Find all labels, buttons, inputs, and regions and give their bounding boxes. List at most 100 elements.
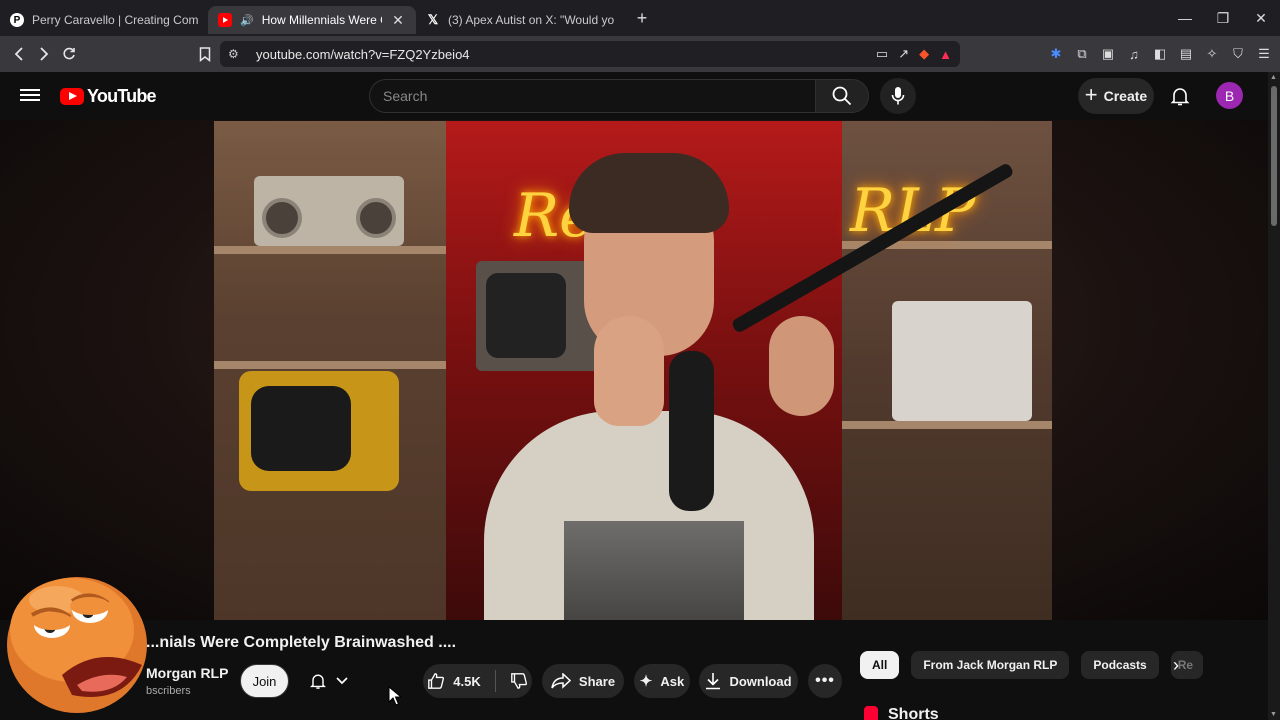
browser-tab-strip: P Perry Caravello | Creating Comedy, V 🔊…	[0, 0, 1280, 36]
media-icon[interactable]: ♫	[1126, 42, 1142, 66]
logo-text: YouTube	[87, 86, 157, 106]
shelf-plank	[214, 246, 446, 254]
plus-icon: +	[1084, 82, 1098, 107]
guide-menu-icon[interactable]	[20, 86, 40, 106]
page-scrollbar[interactable]: ▲ ▼	[1268, 72, 1280, 720]
chip-podcasts[interactable]: Podcasts	[1081, 651, 1159, 679]
dislike-icon[interactable]	[510, 672, 528, 690]
extensions-icon[interactable]: ⧉	[1074, 42, 1090, 66]
neon-sign-right: RLP	[850, 176, 976, 246]
tab-perry-caravello[interactable]: P Perry Caravello | Creating Comedy, V	[0, 6, 208, 34]
like-dislike-group: 4.5K	[423, 664, 532, 698]
download-label: Download	[729, 673, 792, 689]
join-button[interactable]: Join	[240, 664, 289, 698]
vintage-computer-prop	[892, 301, 1032, 421]
more-horizontal-icon: •••	[815, 672, 835, 689]
share-page-icon[interactable]: ↗	[898, 46, 909, 62]
voice-search-button[interactable]	[880, 78, 916, 114]
tab-youtube-video[interactable]: 🔊 How Millennials Were Comple ✕	[208, 6, 416, 34]
browser-toolbar: ⚙ youtube.com/watch?v=FZQ2Yzbeio4 ▭ ↗ ◆ …	[0, 36, 1280, 72]
like-count[interactable]: 4.5K	[453, 674, 480, 689]
account-avatar[interactable]: B	[1216, 82, 1243, 109]
presenter-hair	[569, 153, 729, 233]
menu-icon[interactable]: ☰	[1256, 42, 1272, 66]
close-window-icon[interactable]: ✕	[1242, 0, 1280, 36]
video-title: ...nials Were Completely Brainwashed ...…	[146, 634, 457, 651]
sidebar-icon[interactable]: ◧	[1152, 42, 1168, 66]
minimize-icon[interactable]: —	[1166, 0, 1204, 36]
favicon-p-icon: P	[10, 13, 24, 27]
chip-from-channel[interactable]: From Jack Morgan RLP	[911, 651, 1070, 679]
site-settings-icon[interactable]: ⚙	[228, 47, 250, 61]
search-button[interactable]	[815, 79, 869, 113]
restore-icon[interactable]: ❐	[1204, 0, 1242, 36]
address-bar[interactable]: ⚙ youtube.com/watch?v=FZQ2Yzbeio4 ▭ ↗ ◆ …	[220, 41, 960, 67]
brave-shield-icon[interactable]: ◆	[919, 46, 929, 62]
shorts-label: Shorts	[888, 706, 939, 720]
download-button[interactable]: Download	[699, 664, 798, 698]
cast-icon[interactable]: ▭	[876, 46, 888, 62]
ask-button[interactable]: ✦ Ask	[634, 664, 690, 698]
subscriber-count: bscribers	[146, 685, 191, 697]
tab-x-post[interactable]: 𝕏 (3) Apex Autist on X: "Would you felt	[416, 6, 624, 34]
shirt-graphic	[564, 521, 744, 620]
share-label: Share	[578, 673, 616, 689]
wallet-icon[interactable]: ▤	[1178, 42, 1194, 66]
forward-icon[interactable]	[31, 40, 56, 68]
youtube-favicon-icon	[218, 13, 232, 27]
vpn-icon[interactable]: ⛉	[1230, 42, 1246, 66]
microphone-icon	[891, 87, 905, 105]
divider	[494, 670, 496, 692]
brave-rewards-icon[interactable]: ▲	[939, 47, 952, 62]
audio-playing-icon[interactable]: 🔊	[240, 14, 254, 27]
search-icon	[832, 86, 852, 106]
shorts-shelf-header: Shorts	[864, 706, 939, 720]
share-button[interactable]: Share	[542, 664, 624, 698]
more-actions-button[interactable]: •••	[808, 664, 842, 698]
bookmark-icon[interactable]	[192, 40, 217, 68]
subscription-bell-button[interactable]	[299, 664, 357, 698]
chevron-down-icon	[336, 677, 348, 685]
channel-name[interactable]: Morgan RLP	[146, 665, 228, 681]
boombox-prop	[254, 176, 404, 246]
tab-title: How Millennials Were Comple	[261, 13, 382, 27]
notifications-bell-icon[interactable]	[1168, 84, 1192, 108]
share-icon	[551, 673, 571, 689]
chevron-right-icon[interactable]: ›	[1164, 651, 1188, 679]
youtube-play-icon	[60, 88, 84, 105]
tab-title: Perry Caravello | Creating Comedy, V	[32, 13, 198, 27]
shorts-icon	[864, 706, 878, 720]
speaker-icon	[356, 198, 396, 238]
podcast-microphone	[669, 351, 714, 511]
close-tab-icon[interactable]: ✕	[390, 12, 406, 29]
create-button[interactable]: + Create	[1078, 78, 1154, 114]
related-filter-chips: All From Jack Morgan RLP Podcasts Re	[860, 651, 1203, 679]
reload-icon[interactable]	[56, 40, 81, 68]
raised-hand	[594, 316, 664, 426]
scroll-up-icon[interactable]: ▲	[1270, 74, 1277, 81]
back-icon[interactable]	[6, 40, 31, 68]
scrollbar-thumb[interactable]	[1271, 86, 1277, 226]
youtube-logo[interactable]: YouTube	[60, 86, 157, 107]
screenshot-icon[interactable]: ▣	[1100, 42, 1116, 66]
raised-hand	[769, 316, 834, 416]
search-input[interactable]: Search	[369, 79, 815, 113]
url-text[interactable]: youtube.com/watch?v=FZQ2Yzbeio4	[256, 47, 470, 62]
distressed-face-emoji-overlay	[7, 577, 147, 713]
download-icon	[706, 673, 721, 690]
like-icon[interactable]	[427, 672, 445, 690]
sparkle-icon: ✦	[639, 673, 653, 690]
extensions-bar: ✱ ⧉ ▣ ♫ ◧ ▤ ✧ ⛉ ☰	[1048, 42, 1272, 66]
leo-ai-icon[interactable]: ✧	[1204, 42, 1220, 66]
shelf-plank	[842, 421, 1052, 429]
translate-icon[interactable]: ✱	[1048, 42, 1064, 66]
youtube-masthead: YouTube Search + Create B	[0, 72, 1268, 120]
ask-label: Ask	[660, 673, 685, 689]
chip-all[interactable]: All	[860, 651, 900, 679]
window-controls: — ❐ ✕	[1166, 0, 1280, 36]
new-tab-button[interactable]: +	[628, 4, 656, 32]
video-player[interactable]: Re RLP	[214, 121, 1052, 620]
scroll-down-icon[interactable]: ▼	[1270, 711, 1277, 718]
retro-tv-prop	[239, 371, 399, 491]
mouse-cursor-icon	[388, 686, 402, 706]
